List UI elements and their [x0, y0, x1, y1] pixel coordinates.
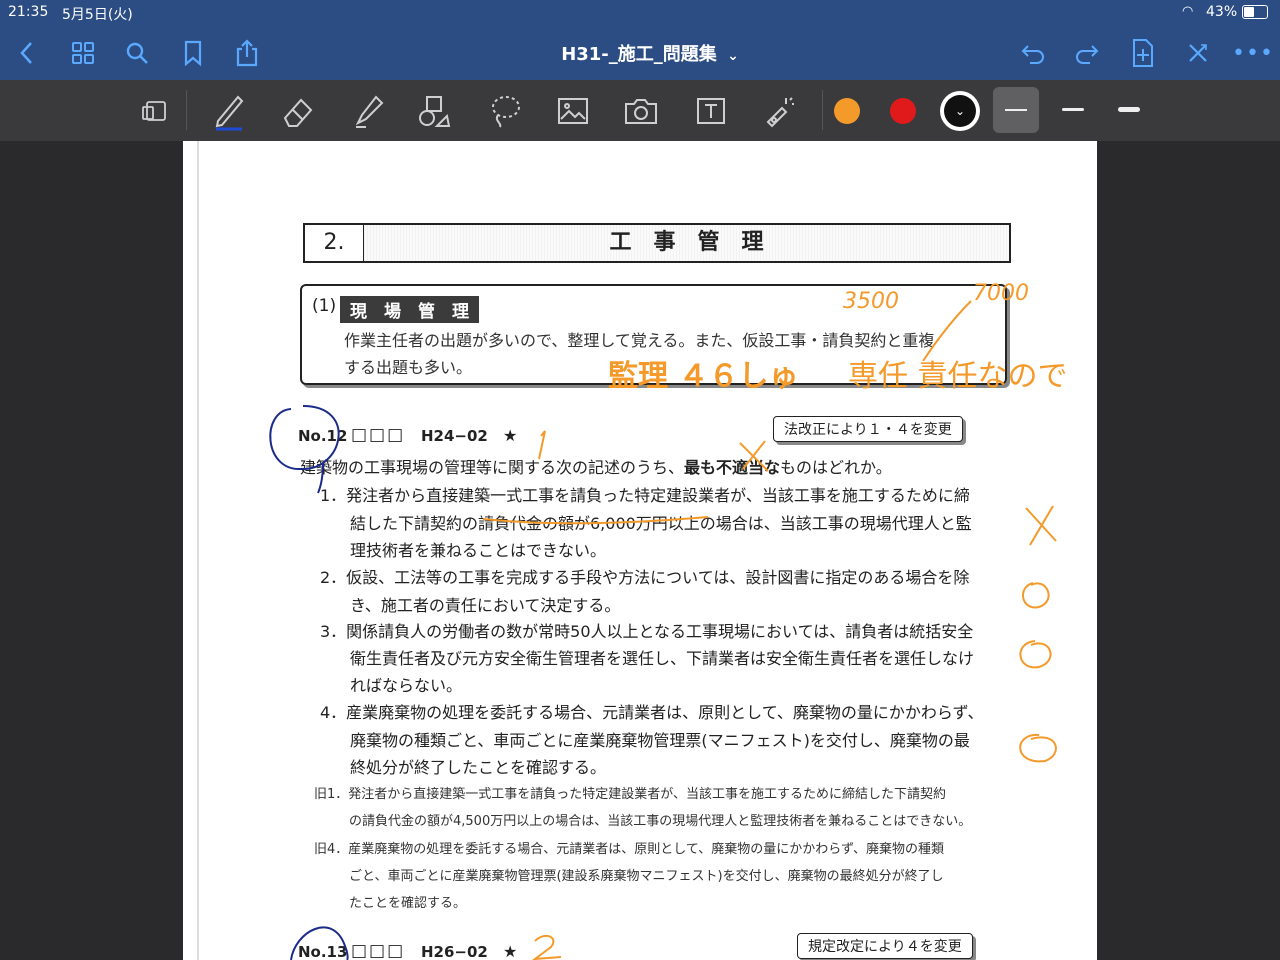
shapes-icon[interactable] — [412, 88, 458, 134]
ink-mark-o — [1022, 582, 1050, 609]
chevron-down-icon: ⌄ — [727, 48, 739, 64]
ink-circle-no13 — [290, 926, 349, 960]
ink-underline — [482, 516, 709, 525]
ink-layer — [269, 300, 1057, 960]
grid-icon[interactable] — [68, 38, 98, 68]
lasso-icon[interactable] — [482, 88, 528, 134]
ink-mark-o — [1019, 733, 1057, 763]
ink-answer-1 — [538, 430, 546, 460]
redo-icon[interactable] — [1072, 38, 1102, 68]
eraser-icon[interactable] — [276, 88, 322, 134]
add-page-icon[interactable] — [1128, 36, 1158, 70]
status-date: 5月5日(火) — [62, 7, 133, 23]
ink-note-3500: 3500 — [843, 289, 899, 314]
battery-percent: 43% — [1206, 4, 1238, 20]
ink-mark-x — [1025, 505, 1057, 546]
nav-bar: H31-_施工_問題集 ⌄ ••• — [0, 26, 1280, 80]
title-text: H31-_施工_問題集 — [561, 44, 717, 65]
close-edit-icon[interactable] — [1183, 38, 1213, 68]
battery-icon — [1242, 5, 1268, 19]
tool-bar: ✱ ⌄ — [0, 80, 1280, 141]
laser-pointer-icon[interactable] — [756, 88, 802, 134]
status-bar: 21:35 5月5日(火) ◠ 43% — [0, 0, 1280, 26]
more-icon[interactable]: ••• — [1232, 38, 1273, 68]
chevron-down-icon: ⌄ — [944, 95, 976, 127]
canvas-margin-left — [0, 141, 183, 960]
toolbar-divider — [186, 90, 187, 130]
stroke-medium[interactable] — [1050, 87, 1096, 133]
ink-mark-o — [1019, 640, 1052, 669]
document-page[interactable]: 2. 工 事 管 理 (1) 現 場 管 理 作業主任者の出題が多いので、整理し… — [183, 141, 1097, 960]
text-box-icon[interactable] — [688, 88, 734, 134]
page-view-icon[interactable] — [132, 88, 178, 134]
toolbar-divider — [822, 90, 823, 130]
bookmark-icon[interactable] — [178, 38, 208, 68]
wifi-icon: ◠ — [1182, 4, 1194, 19]
ink-answer-2 — [532, 934, 562, 960]
stroke-thick[interactable] — [1106, 87, 1152, 133]
ink-circle-no12 — [269, 405, 340, 471]
document-title[interactable]: H31-_施工_問題集 ⌄ — [540, 40, 760, 66]
ink-note-kanri: 監理 ４６しゅ — [608, 359, 799, 394]
ink-stroke — [317, 462, 324, 494]
search-icon[interactable] — [122, 38, 152, 68]
pen-icon[interactable]: ✱ — [206, 88, 252, 134]
undo-icon[interactable] — [1018, 38, 1048, 68]
camera-icon[interactable] — [618, 88, 664, 134]
image-icon[interactable] — [550, 88, 596, 134]
ink-note-7000: 7000 — [973, 281, 1029, 306]
color-swatch-red[interactable] — [890, 98, 916, 124]
status-time: 21:35 — [8, 4, 49, 20]
ink-cross-mark — [739, 440, 769, 472]
back-icon[interactable] — [12, 34, 42, 72]
canvas-margin-right — [1097, 141, 1280, 960]
color-swatch-black-selected[interactable]: ⌄ — [940, 91, 980, 131]
color-swatch-orange[interactable] — [834, 98, 860, 124]
share-icon[interactable] — [232, 36, 262, 70]
highlighter-icon[interactable] — [346, 88, 392, 134]
ink-note-junin: 専任 責任なので — [848, 359, 1068, 394]
stroke-thin-selected[interactable] — [993, 87, 1039, 133]
